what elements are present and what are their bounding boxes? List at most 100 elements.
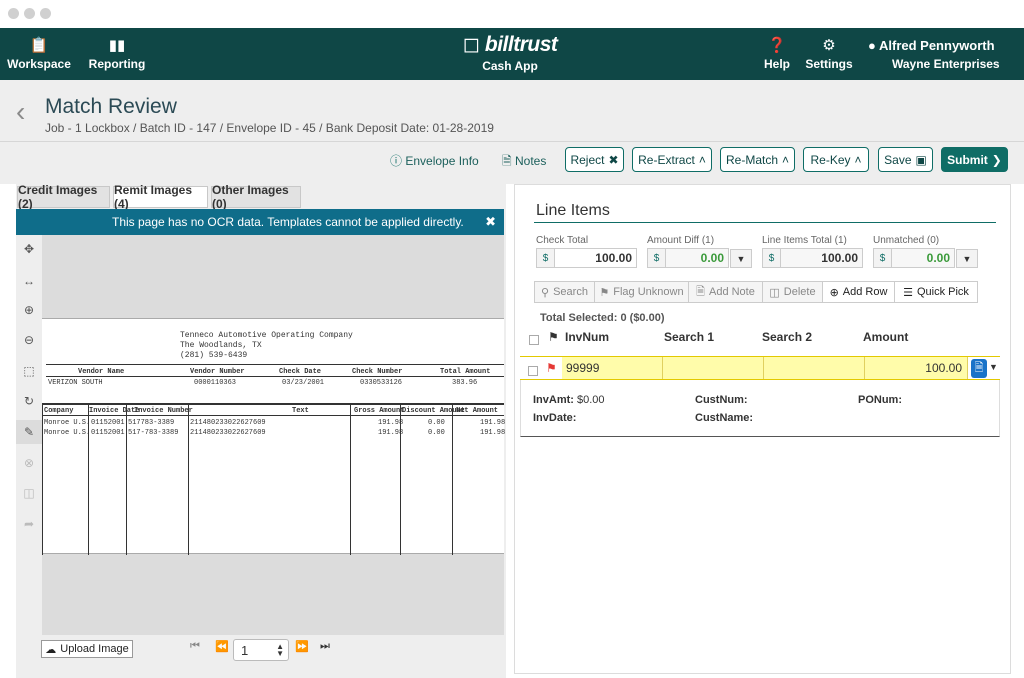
quick-pick-button[interactable]: ☰ Quick Pick [895,282,977,302]
nav-settings[interactable]: ⚙ Settings [804,28,854,80]
table-row[interactable]: ⚑ 99999 100.00 🗎 ▼ [520,356,1000,380]
bar-chart-icon: ▮▮ [108,36,126,54]
flag-header-icon: ⚑ [548,330,559,344]
doc-city: The Woodlands, TX [180,341,262,350]
doc-col-text: Text [292,407,309,415]
submit-button[interactable]: Submit ❯ [941,147,1008,172]
prev-page-icon[interactable]: ⏪ [215,640,229,653]
check-total-field[interactable]: $100.00 [536,248,637,268]
edit-icon[interactable]: ✎ [16,420,42,444]
flag-unknown-button[interactable]: ⚑ Flag Unknown [595,282,689,302]
reject-button[interactable]: Reject ✖ [565,147,624,172]
amount-diff-field: $0.00 [647,248,729,268]
chevron-right-icon: ❯ [991,152,1002,167]
nav-reporting[interactable]: ▮▮ Reporting [86,28,148,80]
doc-row1-company: Monroe U.S. [44,419,91,427]
info-icon: ⓘ [390,154,406,168]
window-chrome [0,0,1024,28]
doc-col-net: Net Amount [456,407,499,415]
share-icon[interactable]: ➦ [16,517,42,531]
zoom-out-icon[interactable]: ⊖ [16,333,42,347]
doc-row1-invnum: 517783-3389 [128,419,175,427]
close-icon[interactable]: ✖ [485,214,496,230]
nav-help[interactable]: ❓ Help [758,28,796,80]
row-checkbox[interactable] [528,363,538,381]
doc-row2-company: Monroe U.S. [44,429,91,437]
select-area-icon[interactable]: ⬚ [16,364,42,378]
re-match-button[interactable]: Re-Match ˄ [720,147,795,172]
trash-icon[interactable]: ◫ [16,486,42,500]
col-search1[interactable]: Search 1 [664,330,714,344]
caret-down-icon[interactable]: ▼ [989,362,998,372]
stepper-icon[interactable]: ▲ ▼ [276,643,284,658]
user-org: Wayne Enterprises [892,57,1000,71]
document-icon[interactable]: 🗎 [971,359,987,378]
next-page-icon[interactable]: ⏩ [295,640,309,653]
invnum-cell[interactable]: 99999 [562,357,663,379]
page-title: Match Review [45,95,177,118]
search-icon: ⚲ [541,286,550,299]
window-minimize-dot[interactable] [24,8,35,19]
zoom-in-icon[interactable]: ⊕ [16,303,42,317]
search-button[interactable]: ⚲ Search [535,282,595,302]
user-menu[interactable]: ● Alfred Pennyworth Wayne Enterprises [868,38,1000,71]
envelope-info-link[interactable]: ⓘ Envelope Info [390,152,479,169]
flag-icon[interactable]: ⚑ [546,361,557,375]
chevron-up-icon: ˄ [854,152,862,167]
remit-document-image: Tenneco Automotive Operating Company The… [42,318,506,555]
doc-col-invoice-date: Invoice Date [89,407,140,415]
tab-other-images[interactable]: Other Images (0) [211,183,301,211]
trash-icon: ◫ [769,286,780,299]
doc-h-vendor-number: Vendor Number [190,368,245,376]
invdate-label: InvDate: [533,412,577,424]
tab-remit-images[interactable]: Remit Images (4) [113,183,208,211]
col-amount[interactable]: Amount [863,330,908,344]
re-key-button[interactable]: Re-Key ˄ [803,147,869,172]
fit-width-icon[interactable]: ↔ [16,274,42,288]
nav-workspace[interactable]: 📋 Workspace [7,28,71,80]
page-number-input[interactable]: 1 ▲ ▼ [233,639,289,661]
filter-icon[interactable]: ▼ [730,249,752,268]
user-name: Alfred Pennyworth [878,38,995,53]
back-chevron-icon[interactable]: ‹ [16,98,25,126]
add-note-button[interactable]: 🗎 Add Note [689,282,763,302]
x-icon: ✖ [608,152,619,167]
notes-link[interactable]: 🗎 Notes [502,152,546,173]
window-maximize-dot[interactable] [40,8,51,19]
clipboard-icon: 📋 [29,36,49,54]
invamt-value: $0.00 [577,394,605,406]
ocr-warning-banner: This page has no OCR data. Templates can… [16,209,504,235]
re-extract-button[interactable]: Re-Extract ˄ [632,147,712,172]
col-search2[interactable]: Search 2 [762,330,812,344]
first-page-icon[interactable]: ⏮ [190,640,200,653]
doc-row2-net: 191.98 [480,429,506,437]
note-icon: 🗎 [696,285,705,298]
search1-cell[interactable] [663,357,764,379]
save-button[interactable]: Save ▣ [878,147,933,172]
search2-cell[interactable] [764,357,865,379]
row-details: InvAmt: $0.00 CustNum: PONum: InvDate: C… [520,380,1000,437]
select-all-checkbox[interactable] [529,332,539,350]
amount-cell[interactable]: 100.00 [865,357,968,379]
doc-row1-date: 01152001 [91,419,125,427]
check-total-label: Check Total [536,235,589,246]
cancel-circle-icon[interactable]: ⊗ [16,456,42,470]
filter-icon[interactable]: ▼ [956,249,978,268]
window-close-dot[interactable] [8,8,19,19]
chevron-up-icon: ˄ [698,152,706,167]
last-page-icon[interactable]: ⏭ [320,640,330,653]
chevron-up-icon: ˄ [782,152,790,167]
add-row-button[interactable]: ⊕ Add Row [823,282,895,302]
unmatched-label: Unmatched (0) [873,235,940,246]
move-icon[interactable]: ✥ [16,242,42,256]
col-invnum[interactable]: InvNum [565,330,609,344]
tab-credit-images[interactable]: Credit Images (2) [17,183,110,211]
upload-image-button[interactable]: ☁ Upload Image [41,640,133,658]
rotate-icon[interactable]: ↻ [16,394,42,408]
gear-icon: ⚙ [822,36,836,54]
delete-button[interactable]: ◫ Delete [763,282,823,302]
floppy-disk-icon: ▣ [915,152,927,167]
doc-row2-date: 01152001 [91,429,125,437]
line-items-total-field: $100.00 [762,248,863,268]
brand-subtitle: Cash App [482,59,538,73]
